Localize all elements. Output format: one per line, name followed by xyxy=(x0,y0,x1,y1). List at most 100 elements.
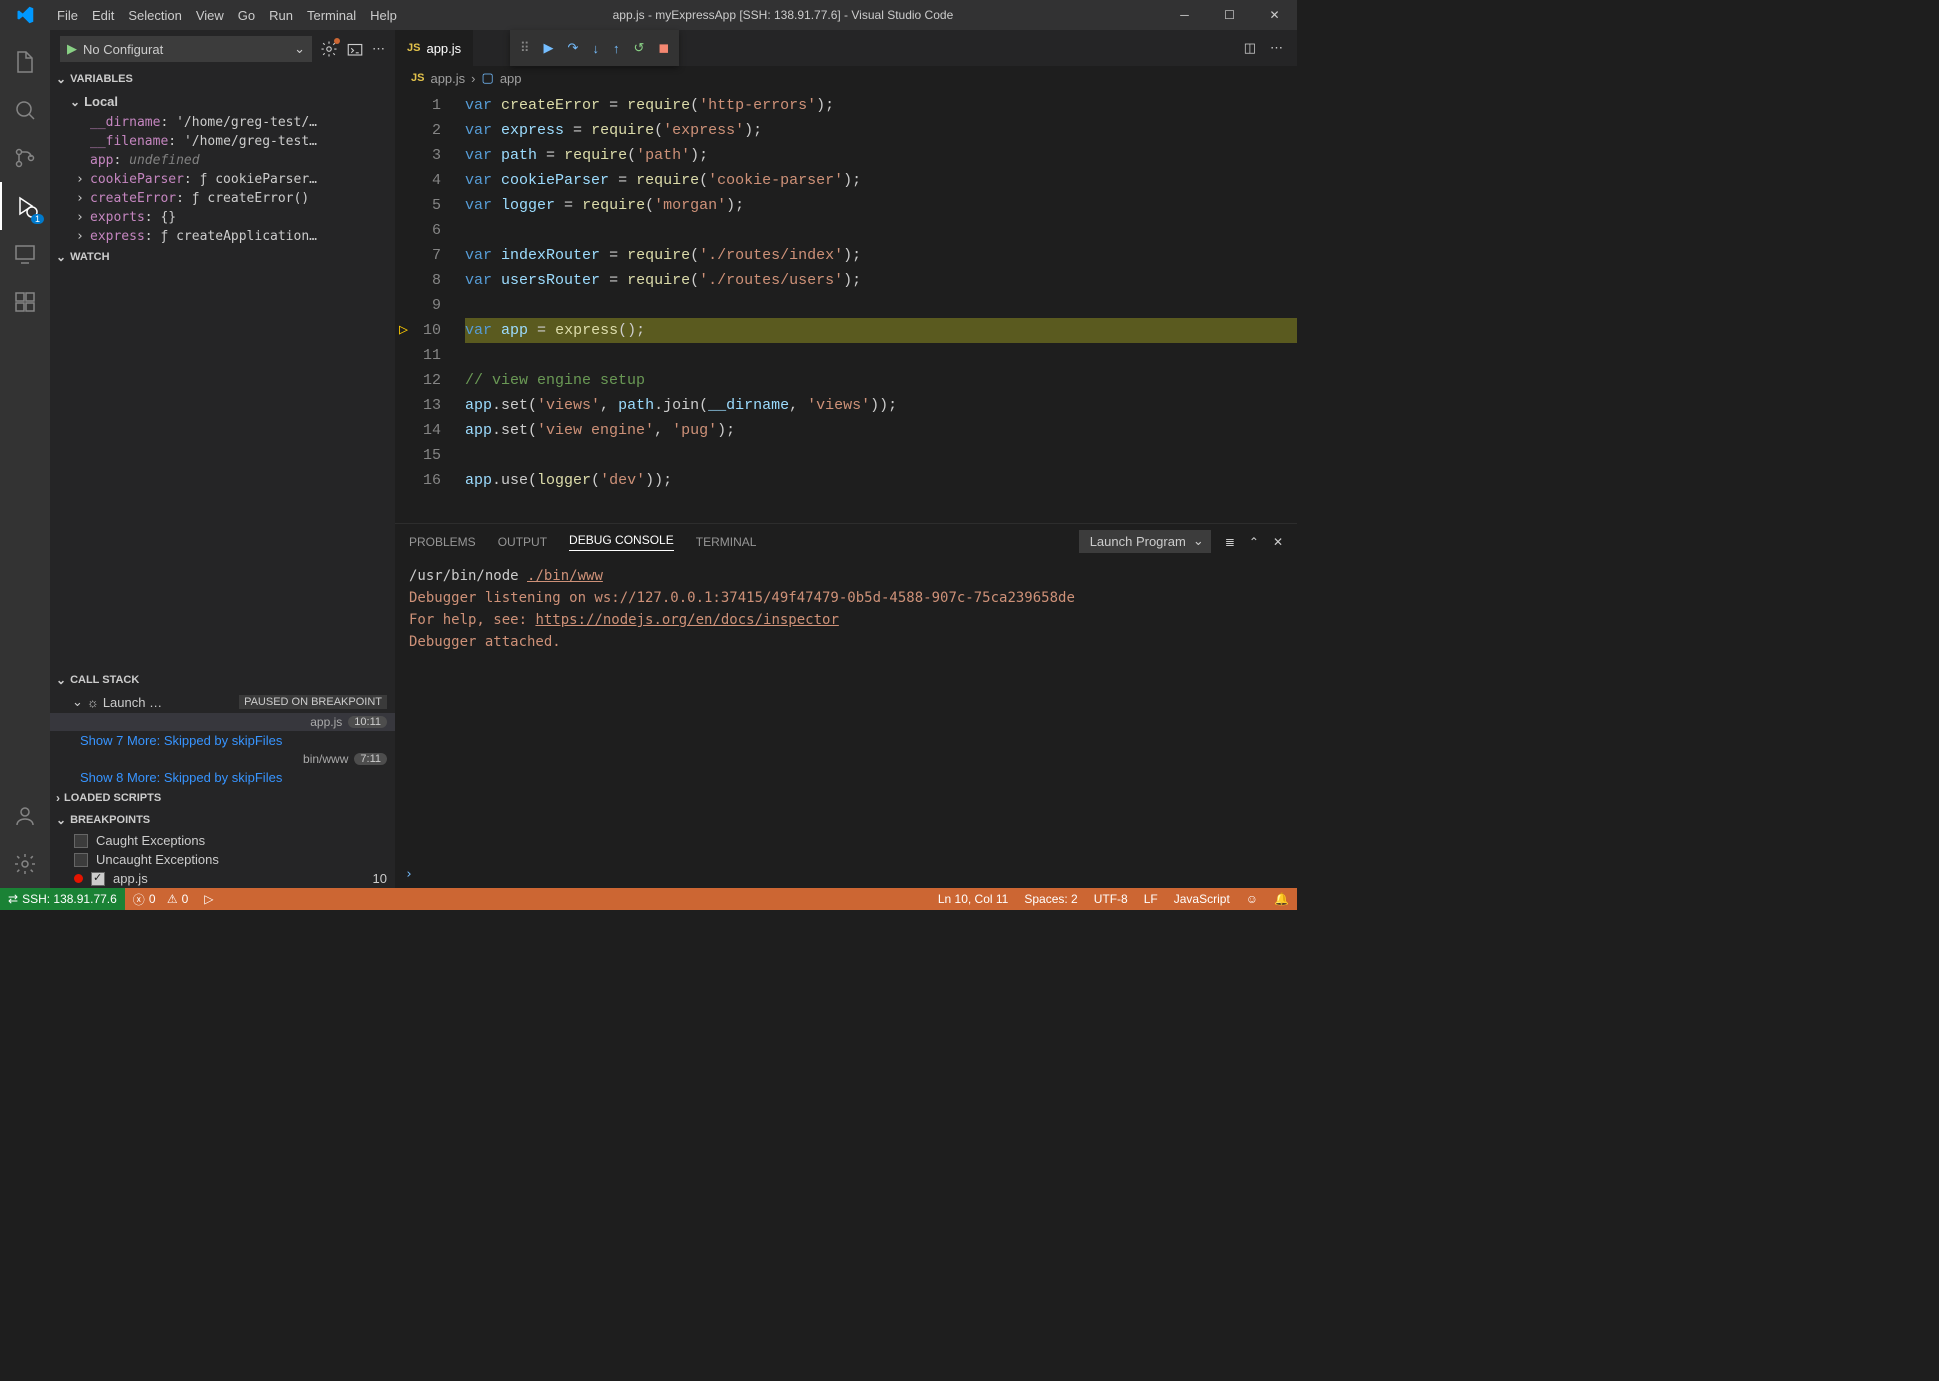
drag-handle-icon[interactable]: ⠿ xyxy=(520,40,530,56)
status-eol[interactable]: LF xyxy=(1136,892,1166,906)
feedback-icon[interactable]: ☺ xyxy=(1238,892,1266,906)
source-control-icon[interactable] xyxy=(0,134,50,182)
callstack-frame[interactable]: app.js10:11 xyxy=(50,713,395,731)
variable-row[interactable]: app: undefined xyxy=(50,151,395,170)
breakpoint-dot-icon xyxy=(74,874,83,883)
menu-go[interactable]: Go xyxy=(231,8,262,23)
loaded-scripts-header[interactable]: ›LOADED SCRIPTS xyxy=(50,787,395,809)
editor-tabs: JS app.js ⠿ ▶ ↷ ↓ ↑ ↺ ◼ ◫ ⋯ xyxy=(395,30,1297,66)
callstack-skip-link[interactable]: Show 8 More: Skipped by skipFiles xyxy=(50,768,395,787)
bp-file[interactable]: app.js 10 xyxy=(50,869,395,888)
chevron-down-icon: ⌄ xyxy=(294,41,305,57)
debug-console-icon[interactable] xyxy=(346,40,364,58)
variable-row[interactable]: ›exports: {} xyxy=(50,208,395,227)
debug-sidebar: ▶ No Configurat ⌄ ⋯ ⌄VARIABLES ⌄Local __… xyxy=(50,30,395,888)
status-language[interactable]: JavaScript xyxy=(1166,892,1238,906)
explorer-icon[interactable] xyxy=(0,38,50,86)
breadcrumb[interactable]: JS app.js › ▢ app xyxy=(395,66,1297,90)
debug-config-label: No Configurat xyxy=(83,42,294,57)
split-editor-icon[interactable]: ◫ xyxy=(1244,40,1256,56)
debug-config-select[interactable]: ▶ No Configurat ⌄ xyxy=(60,36,312,62)
debug-console-output[interactable]: /usr/bin/node ./bin/wwwDebugger listenin… xyxy=(395,559,1297,867)
debug-session-select[interactable]: Launch Program xyxy=(1079,530,1211,553)
step-out-icon[interactable]: ↑ xyxy=(613,41,620,56)
status-debug[interactable]: ▷ xyxy=(196,892,221,906)
code-editor[interactable]: 123456789▷10111213141516 var createError… xyxy=(395,90,1297,523)
panel-close-icon[interactable]: ✕ xyxy=(1273,535,1283,549)
variable-row[interactable]: ›cookieParser: ƒ cookieParser… xyxy=(50,170,395,189)
menu-file[interactable]: File xyxy=(50,8,85,23)
settings-gear-icon[interactable] xyxy=(0,840,50,888)
step-over-icon[interactable]: ↷ xyxy=(568,40,579,56)
callstack-header[interactable]: ⌄CALL STACK xyxy=(50,669,395,691)
checkbox-icon[interactable] xyxy=(74,853,88,867)
menubar: FileEditSelectionViewGoRunTerminalHelp xyxy=(50,8,404,23)
panel-tab-problems[interactable]: PROBLEMS xyxy=(409,535,476,549)
menu-view[interactable]: View xyxy=(189,8,231,23)
callstack-skip-link[interactable]: Show 7 More: Skipped by skipFiles xyxy=(50,731,395,750)
variable-row[interactable]: ›express: ƒ createApplication… xyxy=(50,227,395,246)
breakpoints-header[interactable]: ⌄BREAKPOINTS xyxy=(50,809,395,831)
bug-icon: ☼ xyxy=(87,695,99,710)
debug-toolbar[interactable]: ⠿ ▶ ↷ ↓ ↑ ↺ ◼ xyxy=(510,30,679,66)
variables-scope-local[interactable]: ⌄Local xyxy=(50,90,395,113)
menu-edit[interactable]: Edit xyxy=(85,8,121,23)
activity-bar: 1 xyxy=(0,30,50,888)
extensions-icon[interactable] xyxy=(0,278,50,326)
restart-icon[interactable]: ↺ xyxy=(633,40,644,56)
checkbox-icon[interactable] xyxy=(74,834,88,848)
run-debug-icon[interactable]: 1 xyxy=(0,182,50,230)
tab-app-js[interactable]: JS app.js xyxy=(395,30,473,66)
remote-explorer-icon[interactable] xyxy=(0,230,50,278)
debug-config-gear-icon[interactable] xyxy=(320,40,338,58)
panel-tab-output[interactable]: OUTPUT xyxy=(498,535,547,549)
js-file-icon: JS xyxy=(411,72,424,84)
more-actions-icon[interactable]: ⋯ xyxy=(1270,40,1283,56)
status-problems[interactable]: ⓧ0 ⚠0 xyxy=(125,891,197,908)
variable-row[interactable]: __filename: '/home/greg-test… xyxy=(50,132,395,151)
accounts-icon[interactable] xyxy=(0,792,50,840)
callstack-session[interactable]: ⌄ ☼ Launch … PAUSED ON BREAKPOINT xyxy=(50,691,395,713)
continue-icon[interactable]: ▶ xyxy=(544,40,554,56)
panel-tab-terminal[interactable]: TERMINAL xyxy=(696,535,757,549)
vscode-logo-icon xyxy=(0,6,50,24)
titlebar: FileEditSelectionViewGoRunTerminalHelp a… xyxy=(0,0,1297,30)
status-cursor[interactable]: Ln 10, Col 11 xyxy=(930,892,1017,906)
paused-badge: PAUSED ON BREAKPOINT xyxy=(239,695,387,709)
debug-badge: 1 xyxy=(31,214,44,224)
minimize-icon[interactable]: ─ xyxy=(1162,8,1207,22)
status-indent[interactable]: Spaces: 2 xyxy=(1016,892,1085,906)
variable-row[interactable]: __dirname: '/home/greg-test/… xyxy=(50,113,395,132)
callstack-frame[interactable]: bin/www7:11 xyxy=(50,750,395,768)
menu-help[interactable]: Help xyxy=(363,8,404,23)
error-icon: ⓧ xyxy=(133,891,145,908)
filter-icon[interactable]: ≣ xyxy=(1225,535,1235,549)
variables-header[interactable]: ⌄VARIABLES xyxy=(50,68,395,90)
window-title: app.js - myExpressApp [SSH: 138.91.77.6]… xyxy=(404,8,1162,22)
bp-caught-exceptions[interactable]: Caught Exceptions xyxy=(50,831,395,850)
search-icon[interactable] xyxy=(0,86,50,134)
play-icon: ▶ xyxy=(67,41,77,57)
checkbox-icon[interactable] xyxy=(91,872,105,886)
menu-selection[interactable]: Selection xyxy=(121,8,188,23)
panel-tab-debug-console[interactable]: DEBUG CONSOLE xyxy=(569,533,674,551)
symbol-icon: ▢ xyxy=(482,70,494,86)
menu-terminal[interactable]: Terminal xyxy=(300,8,363,23)
menu-run[interactable]: Run xyxy=(262,8,300,23)
js-file-icon: JS xyxy=(407,42,420,54)
stop-icon[interactable]: ◼ xyxy=(658,40,669,56)
status-encoding[interactable]: UTF-8 xyxy=(1086,892,1136,906)
debug-console-input[interactable]: › xyxy=(395,867,1297,888)
panel-maximize-icon[interactable]: ⌃ xyxy=(1249,535,1259,549)
notifications-icon[interactable]: 🔔 xyxy=(1266,892,1297,906)
editor-area: JS app.js ⠿ ▶ ↷ ↓ ↑ ↺ ◼ ◫ ⋯ JS app.js › … xyxy=(395,30,1297,888)
step-into-icon[interactable]: ↓ xyxy=(592,41,599,56)
remote-indicator[interactable]: ⇄SSH: 138.91.77.6 xyxy=(0,888,125,910)
more-icon[interactable]: ⋯ xyxy=(372,41,385,57)
status-bar: ⇄SSH: 138.91.77.6 ⓧ0 ⚠0 ▷ Ln 10, Col 11 … xyxy=(0,888,1297,910)
watch-header[interactable]: ⌄WATCH xyxy=(50,246,395,268)
maximize-icon[interactable]: ☐ xyxy=(1207,8,1252,22)
close-icon[interactable]: ✕ xyxy=(1252,8,1297,22)
bp-uncaught-exceptions[interactable]: Uncaught Exceptions xyxy=(50,850,395,869)
variable-row[interactable]: ›createError: ƒ createError() xyxy=(50,189,395,208)
